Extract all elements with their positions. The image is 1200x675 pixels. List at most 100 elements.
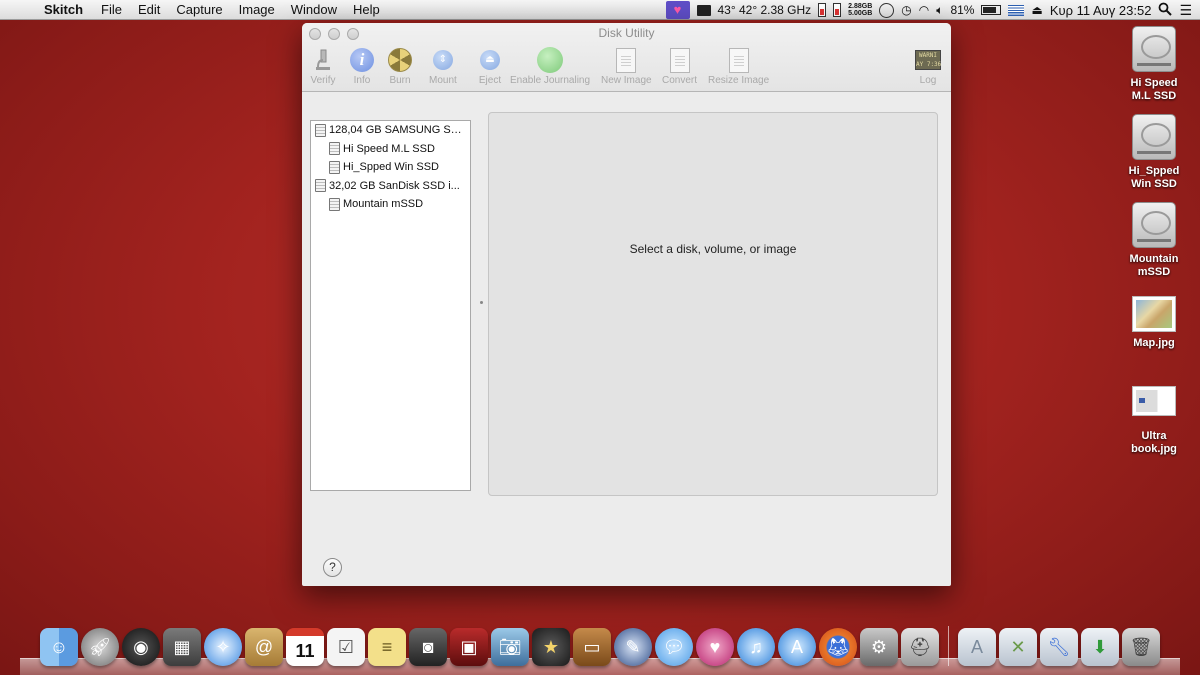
mount-button[interactable]: ⇕ Mount	[429, 47, 457, 86]
eject-icon: ⏏	[480, 50, 500, 70]
notification-center-icon[interactable]: ☰	[1179, 2, 1192, 19]
eject-button[interactable]: ⏏ Eject	[477, 47, 503, 86]
tools-folder-icon[interactable]: 🔧︎	[1040, 628, 1078, 666]
firefox-icon[interactable]: 🦊︎	[819, 628, 857, 666]
clock-datetime[interactable]: Κυρ 11 Αυγ 23:52	[1050, 3, 1152, 18]
photo-booth-icon[interactable]: ▣	[450, 628, 488, 666]
memory-top: 2.88GB	[848, 3, 873, 10]
system-preferences-icon[interactable]: ⚙	[860, 628, 898, 666]
resize-image-button[interactable]: Resize Image	[708, 47, 769, 86]
info-label: Info	[353, 75, 371, 86]
volume-item-win-ssd[interactable]: Hi_Spped Win SSD	[311, 158, 470, 177]
trash-icon[interactable]: 🗑︎	[1122, 628, 1160, 666]
desktop-icon-ultrabook[interactable]: Ultra book.jpg	[1114, 386, 1194, 456]
cpu-meter-icon[interactable]	[818, 3, 827, 17]
desktop-icon-win-ssd[interactable]: Hi_Spped Win SSD	[1114, 114, 1194, 191]
disk-item-sandisk[interactable]: 32,02 GB SanDisk SSD i...	[311, 177, 470, 196]
keynote-icon[interactable]: ▭	[573, 628, 611, 666]
safari-icon[interactable]: ✧	[204, 628, 242, 666]
finder-icon[interactable]: ☺	[40, 628, 78, 666]
status-area: ♥ 43° 42° 2.38 GHz 2.88GB 5.00GB ◷ ◠ 🔈︎ …	[665, 0, 1200, 20]
disk-label: 128,04 GB SAMSUNG SS...	[329, 124, 464, 137]
menu-help[interactable]: Help	[345, 2, 388, 17]
battery-percent[interactable]: 81%	[950, 3, 974, 17]
messages-icon[interactable]: 💬︎	[655, 628, 693, 666]
burn-icon	[388, 48, 412, 72]
dashboard-icon[interactable]: ◉	[122, 628, 160, 666]
desktop-icon-label: Mountain mSSD	[1129, 253, 1179, 278]
split-view-handle[interactable]	[480, 301, 483, 304]
photo-browser-icon[interactable]: ▦	[163, 628, 201, 666]
desktop-icon-hi-speed[interactable]: Hi Speed M.L SSD	[1114, 26, 1194, 103]
enable-journaling-button[interactable]: Enable Journaling	[510, 47, 590, 86]
memory-status[interactable]: 2.88GB 5.00GB	[848, 3, 872, 17]
contacts-icon[interactable]: @	[245, 628, 283, 666]
image-file-icon	[1132, 386, 1176, 416]
preview-icon[interactable]: ✎	[614, 628, 652, 666]
launchpad-icon[interactable]: 🚀︎	[81, 628, 119, 666]
reminders-icon[interactable]: ☑	[327, 628, 365, 666]
eject-status-icon[interactable]: ⏏	[1031, 3, 1042, 17]
hard-drive-icon	[1132, 26, 1176, 72]
facetime-icon[interactable]: ◙	[409, 628, 447, 666]
window-title: Disk Utility	[598, 26, 655, 40]
help-button[interactable]: ?	[323, 558, 342, 577]
spotlight-icon[interactable]	[1158, 2, 1173, 19]
empty-selection-message: Select a disk, volume, or image	[629, 242, 797, 256]
volume-item-hi-speed[interactable]: Hi Speed M.L SSD	[311, 140, 470, 159]
heart-app-icon[interactable]: ♥	[696, 628, 734, 666]
disk-utility-icon[interactable]: ⛑︎	[901, 628, 939, 666]
utilities-folder-icon[interactable]: ✕	[999, 628, 1037, 666]
volume-label: Mountain mSSD	[343, 198, 424, 211]
clock-status-icon[interactable]	[879, 2, 895, 18]
verify-button[interactable]: Verify	[310, 47, 336, 86]
burn-label: Burn	[389, 75, 411, 86]
calendar-icon[interactable]: 11	[286, 628, 324, 666]
folder-status-icon[interactable]	[696, 4, 711, 16]
downloads-folder-icon[interactable]: ⬇	[1081, 628, 1119, 666]
verify-label: Verify	[310, 75, 336, 86]
volume-label: Hi Speed M.L SSD	[343, 142, 435, 155]
itunes-icon[interactable]: ♫	[737, 628, 775, 666]
microscope-icon	[310, 47, 336, 73]
menu-edit[interactable]: Edit	[130, 2, 168, 17]
disk-item-samsung[interactable]: 128,04 GB SAMSUNG SS...	[311, 121, 470, 140]
desktop-icon-label: Hi_Spped Win SSD	[1128, 165, 1180, 190]
volume-icon[interactable]: 🔈︎	[936, 3, 943, 18]
menu-image[interactable]: Image	[231, 2, 283, 17]
convert-button[interactable]: Convert	[662, 47, 697, 86]
temperature-status[interactable]: 43° 42° 2.38 GHz	[718, 3, 812, 17]
app-store-icon[interactable]: A	[778, 628, 816, 666]
disk-list[interactable]: 128,04 GB SAMSUNG SS... Hi Speed M.L SSD…	[310, 120, 471, 491]
memory-bottom: 5.00GB	[848, 10, 873, 17]
input-source-flag-icon[interactable]	[1008, 4, 1025, 16]
iphoto-icon[interactable]: 📷︎	[491, 628, 529, 666]
menu-window[interactable]: Window	[283, 2, 345, 17]
wifi-icon[interactable]: ◠	[919, 3, 929, 17]
desktop-icon-map[interactable]: Map.jpg	[1114, 296, 1194, 350]
volume-icon	[329, 160, 340, 174]
journaling-label: Enable Journaling	[510, 75, 591, 86]
imovie-icon[interactable]: ★	[532, 628, 570, 666]
skitch-status-icon[interactable]: ♥	[665, 1, 690, 19]
burn-button[interactable]: Burn	[387, 47, 413, 86]
log-button[interactable]: WARNI AY 7:36 Log	[915, 47, 941, 86]
dock: ☺ 🚀︎ ◉ ▦ ✧ @ 11 ☑ ≡ ◙ ▣ 📷︎ ★ ▭ ✎ 💬︎ ♥ ♫ …	[40, 624, 1160, 666]
menu-app-name[interactable]: Skitch	[40, 2, 93, 17]
menu-bar: Skitch File Edit Capture Image Window He…	[0, 0, 1200, 20]
disk-meter-icon[interactable]	[833, 3, 842, 17]
convert-icon	[669, 47, 690, 73]
volume-label: Hi_Spped Win SSD	[343, 161, 439, 174]
image-file-icon	[1132, 296, 1176, 332]
menu-file[interactable]: File	[93, 2, 130, 17]
desktop-icon-mountain[interactable]: Mountain mSSD	[1114, 202, 1194, 279]
journaling-icon	[537, 47, 564, 73]
info-button[interactable]: i Info	[349, 47, 375, 86]
volume-item-mountain[interactable]: Mountain mSSD	[311, 195, 470, 214]
notes-icon[interactable]: ≡	[368, 628, 406, 666]
menu-capture[interactable]: Capture	[168, 2, 230, 17]
battery-icon[interactable]	[981, 5, 1002, 15]
applications-folder-icon[interactable]: A	[958, 628, 996, 666]
time-machine-icon[interactable]: ◷	[901, 3, 911, 17]
new-image-button[interactable]: New Image	[601, 47, 652, 86]
